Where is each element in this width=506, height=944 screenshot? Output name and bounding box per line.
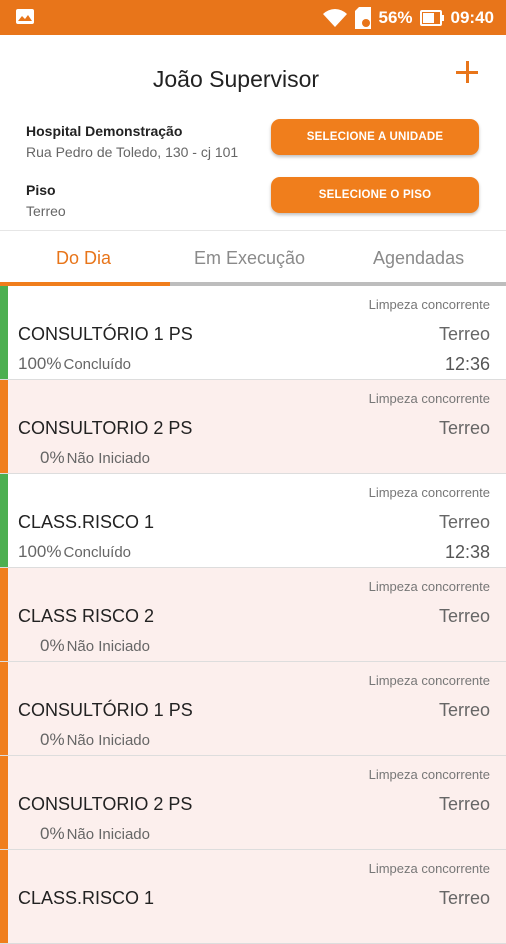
progress-status: Concluído	[63, 356, 132, 373]
select-unit-button[interactable]: SELECIONE A UNIDADE	[271, 119, 479, 155]
task-progress: 0% Não Iniciado	[18, 730, 150, 750]
progress-status: Não Iniciado	[66, 450, 150, 467]
room-floor: Terreo	[438, 700, 490, 720]
service-type: Limpeza concorrente	[368, 767, 490, 782]
unit-info: Hospital Demonstração Rua Pedro de Toled…	[26, 123, 238, 160]
progress-status: Não Iniciado	[66, 638, 150, 655]
room-name: CONSULTÓRIO 1 PS	[18, 324, 193, 344]
progress-percent: 100%	[18, 354, 62, 373]
progress-status: Concluído	[63, 544, 132, 561]
task-progress: 0% Não Iniciado	[18, 824, 150, 844]
task-row[interactable]: Limpeza concorrente CONSULTÓRIO 1 PS Terre…	[0, 286, 506, 380]
plus-icon[interactable]	[456, 61, 478, 83]
status-indicator-bar	[0, 568, 8, 661]
wifi-icon	[323, 9, 348, 27]
room-name: CONSULTORIO 2 PS	[18, 794, 193, 814]
status-indicator-bar	[0, 474, 8, 567]
gallery-icon	[16, 9, 34, 24]
floor-info: Piso Terreo	[26, 182, 66, 219]
completion-time: 12:38	[444, 542, 490, 562]
task-progress: 100% Concluído	[18, 542, 131, 562]
room-floor: Terreo	[438, 418, 490, 438]
room-name: CONSULTORIO 2 PS	[18, 418, 193, 438]
room-name: CONSULTÓRIO 1 PS	[18, 700, 193, 720]
task-progress: 100% Concluído	[18, 354, 131, 374]
task-progress: 0% Não Iniciado	[18, 448, 150, 468]
progress-percent: 0%	[40, 636, 65, 655]
progress-percent: 100%	[18, 542, 62, 561]
tab-agendadas[interactable]: Agendadas	[373, 248, 464, 269]
battery-percent: 56%	[378, 8, 413, 27]
service-type: Limpeza concorrente	[368, 485, 490, 500]
room-floor: Terreo	[438, 794, 490, 814]
task-progress	[18, 918, 20, 938]
status-indicator-bar	[0, 850, 8, 943]
room-floor: Terreo	[438, 512, 490, 532]
service-type: Limpeza concorrente	[368, 391, 490, 406]
status-indicator-bar	[0, 756, 8, 849]
task-row[interactable]: Limpeza concorrente CONSULTORIO 2 PS Terre…	[0, 380, 506, 474]
tab-em-execucao[interactable]: Em Execução	[194, 248, 305, 269]
task-row[interactable]: Limpeza concorrente CLASS.RISCO 1 Terreo 10…	[0, 474, 506, 568]
room-name: CLASS.RISCO 1	[18, 888, 155, 908]
room-floor: Terreo	[438, 324, 490, 344]
completion-time: 12:36	[444, 354, 490, 374]
status-indicator-bar	[0, 380, 8, 473]
service-type: Limpeza concorrente	[368, 673, 490, 688]
select-floor-button[interactable]: SELECIONE O PISO	[271, 177, 479, 213]
header-panel: João Supervisor Hospital Demonstração Ru…	[0, 35, 506, 230]
task-row[interactable]: Limpeza concorrente CLASS RISCO 2 Terreo 0%…	[0, 568, 506, 662]
progress-percent: 0%	[40, 730, 65, 749]
service-type: Limpeza concorrente	[368, 861, 490, 876]
progress-status: Não Iniciado	[66, 826, 150, 843]
page-title: João Supervisor	[152, 66, 320, 92]
service-type: Limpeza concorrente	[368, 579, 490, 594]
progress-status: Não Iniciado	[66, 732, 150, 749]
floor-label: Piso	[26, 182, 56, 198]
progress-percent: 0%	[40, 448, 65, 467]
status-indicator-bar	[0, 286, 8, 379]
status-indicator-bar	[0, 662, 8, 755]
status-bar: 56% 09:40	[0, 0, 506, 35]
clock: 09:40	[450, 8, 494, 27]
battery-icon	[419, 10, 444, 26]
unit-address: Rua Pedro de Toledo, 130 - cj 101	[26, 144, 239, 160]
room-floor: Terreo	[438, 606, 490, 626]
progress-percent: 0%	[40, 824, 65, 843]
unit-label: Hospital Demonstração	[26, 123, 183, 139]
sdcard-icon	[355, 7, 372, 29]
task-row[interactable]: Limpeza concorrente CLASS.RISCO 1 Terreo	[0, 850, 506, 944]
task-progress: 0% Não Iniciado	[18, 636, 150, 656]
tab-bar: Do Dia Em Execução Agendadas	[0, 230, 506, 287]
service-type: Limpeza concorrente	[368, 297, 490, 312]
tab-do-dia[interactable]: Do Dia	[56, 248, 111, 269]
room-name: CLASS RISCO 2	[18, 606, 155, 626]
floor-value: Terreo	[26, 203, 66, 219]
task-row[interactable]: Limpeza concorrente CONSULTORIO 2 PS Terre…	[0, 756, 506, 850]
room-name: CLASS.RISCO 1	[18, 512, 155, 532]
task-list: Limpeza concorrente CONSULTÓRIO 1 PS Terre…	[0, 286, 506, 944]
room-floor: Terreo	[438, 888, 490, 908]
task-row[interactable]: Limpeza concorrente CONSULTÓRIO 1 PS Terre…	[0, 662, 506, 756]
